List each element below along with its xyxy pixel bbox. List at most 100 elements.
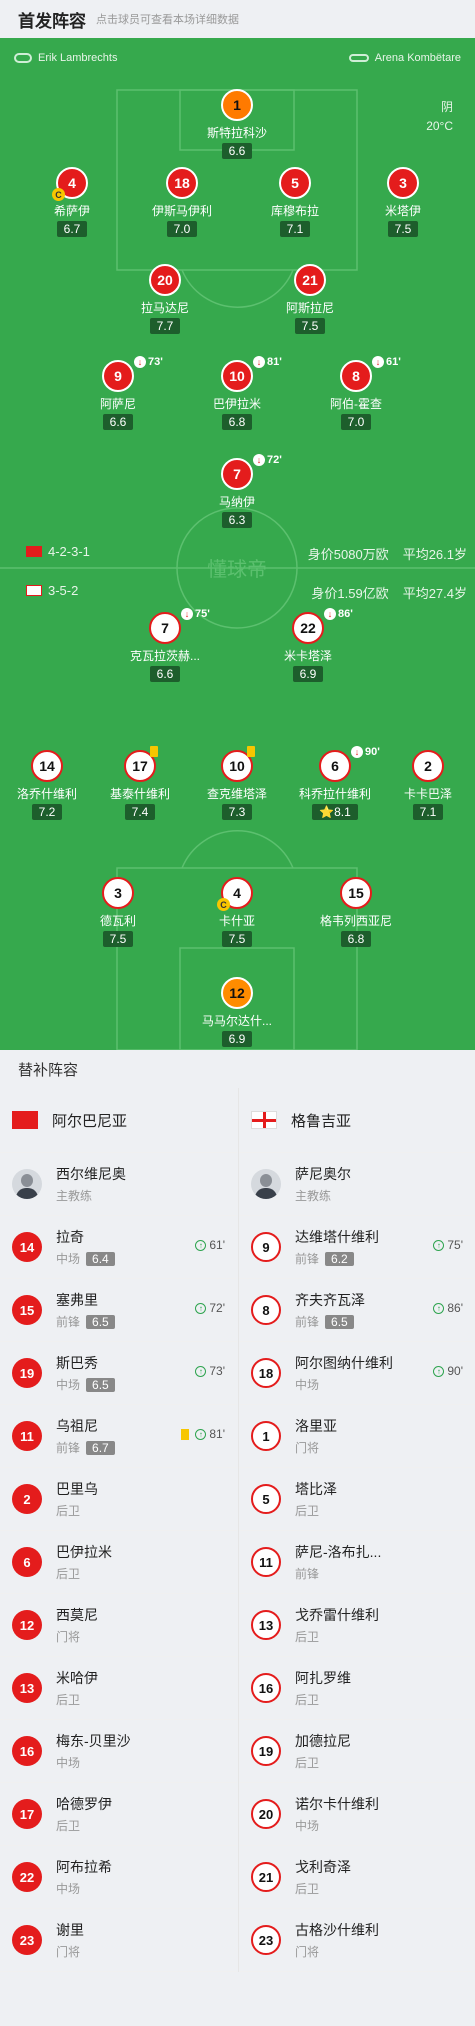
home-player[interactable]: 18 伊斯马伊利 7.0 bbox=[127, 167, 237, 238]
player-number: 22 ↓ 86' bbox=[292, 608, 353, 644]
away-player[interactable]: 17 基泰什维利 7.4 bbox=[85, 746, 195, 821]
home-sub-player[interactable]: 12 西莫尼 门将 bbox=[0, 1594, 237, 1657]
rating-value: 6.6 bbox=[228, 144, 246, 158]
player-position: 后卫 bbox=[56, 1504, 81, 1518]
player-name: 乌祖尼 bbox=[56, 1418, 98, 1434]
player-number: 1 bbox=[221, 89, 253, 121]
sub-in-marker: ↑ 81' bbox=[181, 1427, 225, 1441]
player-number: 2 bbox=[12, 1484, 42, 1514]
home-sub-player[interactable]: 19 斯巴秀 中场 6.5 ↑ 73' bbox=[0, 1342, 237, 1405]
rating-value: 7.5 bbox=[301, 319, 319, 333]
away-sub-player[interactable]: 9 达维塔什维利 前锋 6.2 ↑ 75' bbox=[239, 1216, 475, 1279]
home-player[interactable]: 9 ↓ 73' 阿萨尼 6.6 bbox=[63, 356, 173, 431]
player-name: 古格沙什维利 bbox=[295, 1922, 379, 1938]
player-name: 拉马达尼 bbox=[140, 301, 189, 315]
home-player[interactable]: 7 ↓ 72' 马纳伊 6.3 bbox=[182, 454, 292, 529]
player-name: 塔比泽 bbox=[295, 1481, 337, 1497]
player-number: 7 ↓ 72' bbox=[221, 454, 282, 490]
home-sub-player[interactable]: 2 巴里乌 后卫 bbox=[0, 1468, 237, 1531]
player-position-row: 中场 bbox=[56, 1880, 112, 1897]
player-position-row: 后卫 bbox=[295, 1691, 351, 1708]
away-player[interactable]: 15 格韦列西亚尼 6.8 bbox=[301, 877, 411, 948]
away-sub-player[interactable]: 20 诺尔卡什维利 中场 bbox=[239, 1783, 475, 1846]
away-player[interactable]: 3 德瓦利 7.5 bbox=[63, 877, 173, 948]
player-name: 阿斯拉尼 bbox=[285, 301, 334, 315]
sub-minute: 75' bbox=[447, 1238, 463, 1252]
away-sub-player[interactable]: 13 戈乔雷什维利 后卫 bbox=[239, 1594, 475, 1657]
away-player[interactable]: 10 查克维塔泽 7.3 bbox=[182, 746, 292, 821]
sub-in-icon: ↑ bbox=[433, 1239, 445, 1251]
home-team-row: 阿尔巴尼亚 bbox=[0, 1088, 237, 1153]
away-player[interactable]: 12 马马尔达什... 6.9 bbox=[182, 977, 292, 1048]
sub-minute: 90' bbox=[447, 1364, 463, 1378]
home-player[interactable]: 8 ↓ 61' 阿伯-霍查 7.0 bbox=[301, 356, 411, 431]
player-name: 阿尔图纳什维利 bbox=[295, 1355, 393, 1371]
substitution-marker: ↓ 72' bbox=[253, 454, 282, 466]
home-sub-player[interactable]: 16 梅东-贝里沙 中场 bbox=[0, 1720, 237, 1783]
away-formation: 3-5-2 bbox=[26, 583, 78, 598]
sub-minute: 73' bbox=[148, 356, 163, 368]
away-sub-player[interactable]: 1 洛里亚 门将 bbox=[239, 1405, 475, 1468]
away-player[interactable]: 2 卡卡巴泽 7.1 bbox=[373, 750, 475, 821]
player-position: 后卫 bbox=[56, 1693, 81, 1707]
away-player[interactable]: 7 ↓ 75' 克瓦拉茨赫... 6.6 bbox=[110, 608, 220, 683]
player-rating: 6.8 bbox=[340, 931, 372, 947]
lineup-page: 首发阵容 点击球员可查看本场详细数据 懂球帝 Erik Lambrechts A… bbox=[0, 0, 475, 2026]
away-formation-text: 3-5-2 bbox=[48, 583, 79, 598]
player-name: 梅东-贝里沙 bbox=[56, 1733, 131, 1749]
player-position: 后卫 bbox=[295, 1882, 320, 1896]
away-coach-row[interactable]: 萨尼奥尔 主教练 bbox=[239, 1153, 475, 1216]
away-sub-player[interactable]: 16 阿扎罗维 后卫 bbox=[239, 1657, 475, 1720]
home-player[interactable]: 5 库穆布拉 7.1 bbox=[240, 167, 350, 238]
player-position-row: 中场 6.5 bbox=[56, 1376, 115, 1393]
sub-out-icon: ↓ bbox=[324, 608, 336, 620]
away-sub-player[interactable]: 23 古格沙什维利 门将 bbox=[239, 1909, 475, 1972]
home-player[interactable]: 21 阿斯拉尼 7.5 bbox=[255, 264, 365, 335]
home-player[interactable]: 4 C 希萨伊 6.7 bbox=[17, 167, 127, 238]
home-sub-player[interactable]: 11 乌祖尼 前锋 6.7 ↑ 81' bbox=[0, 1405, 237, 1468]
away-sub-player[interactable]: 21 戈利奇泽 后卫 bbox=[239, 1846, 475, 1909]
home-player[interactable]: 1 斯特拉科沙 6.6 bbox=[182, 89, 292, 160]
player-position: 前锋 bbox=[56, 1315, 81, 1329]
home-sub-player[interactable]: 23 谢里 门将 bbox=[0, 1909, 237, 1972]
coach-name: 萨尼奥尔 bbox=[295, 1166, 351, 1182]
player-position-row: 后卫 bbox=[295, 1502, 337, 1519]
sub-in-icon: ↑ bbox=[195, 1239, 207, 1251]
player-number: 19 bbox=[251, 1736, 281, 1766]
player-number: 18 bbox=[251, 1358, 281, 1388]
home-age-text: 平均26.1岁 bbox=[402, 547, 467, 562]
player-name: 塞弗里 bbox=[56, 1292, 98, 1308]
player-position: 中场 bbox=[56, 1756, 81, 1770]
home-sub-player[interactable]: 22 阿布拉希 中场 bbox=[0, 1846, 237, 1909]
away-player[interactable]: 4 C 卡什亚 7.5 bbox=[182, 877, 292, 948]
home-player[interactable]: 20 拉马达尼 7.7 bbox=[110, 264, 220, 335]
away-player[interactable]: 22 ↓ 86' 米卡塔泽 6.9 bbox=[253, 608, 363, 683]
player-rating: 7.4 bbox=[124, 804, 156, 820]
player-name: 德瓦利 bbox=[99, 914, 136, 928]
home-player[interactable]: 10 ↓ 81' 巴伊拉米 6.8 bbox=[182, 356, 292, 431]
temperature-label: 20°C bbox=[426, 119, 453, 133]
home-sub-player[interactable]: 13 米哈伊 后卫 bbox=[0, 1657, 237, 1720]
coach-role: 主教练 bbox=[56, 1189, 93, 1203]
sub-in-icon: ↑ bbox=[195, 1365, 207, 1377]
home-sub-player[interactable]: 17 哈德罗伊 后卫 bbox=[0, 1783, 237, 1846]
rating-value: 7.5 bbox=[109, 932, 127, 946]
rating-value: 7.4 bbox=[131, 805, 149, 819]
player-rating: 7.5 bbox=[387, 221, 419, 237]
player-number: 18 bbox=[166, 167, 198, 199]
away-sub-player[interactable]: 8 齐夫齐瓦泽 前锋 6.5 ↑ 86' bbox=[239, 1279, 475, 1342]
home-coach-row[interactable]: 西尔维尼奥 主教练 bbox=[0, 1153, 237, 1216]
away-sub-player[interactable]: 18 阿尔图纳什维利 中场 ↑ 90' bbox=[239, 1342, 475, 1405]
sub-out-icon: ↓ bbox=[181, 608, 193, 620]
home-sub-player[interactable]: 14 拉奇 中场 6.4 ↑ 61' bbox=[0, 1216, 237, 1279]
home-player[interactable]: 3 米塔伊 7.5 bbox=[348, 167, 458, 238]
home-sub-player[interactable]: 15 塞弗里 前锋 6.5 ↑ 72' bbox=[0, 1279, 237, 1342]
rating-value: 6.8 bbox=[228, 415, 246, 429]
away-sub-player[interactable]: 11 萨尼-洛布扎... 前锋 bbox=[239, 1531, 475, 1594]
away-sub-player[interactable]: 5 塔比泽 后卫 bbox=[239, 1468, 475, 1531]
player-number: 12 bbox=[221, 977, 253, 1009]
home-sub-player[interactable]: 6 巴伊拉米 后卫 bbox=[0, 1531, 237, 1594]
away-sub-player[interactable]: 19 加德拉尼 后卫 bbox=[239, 1720, 475, 1783]
player-position: 前锋 bbox=[295, 1315, 320, 1329]
player-rating: 6.3 bbox=[221, 512, 253, 528]
